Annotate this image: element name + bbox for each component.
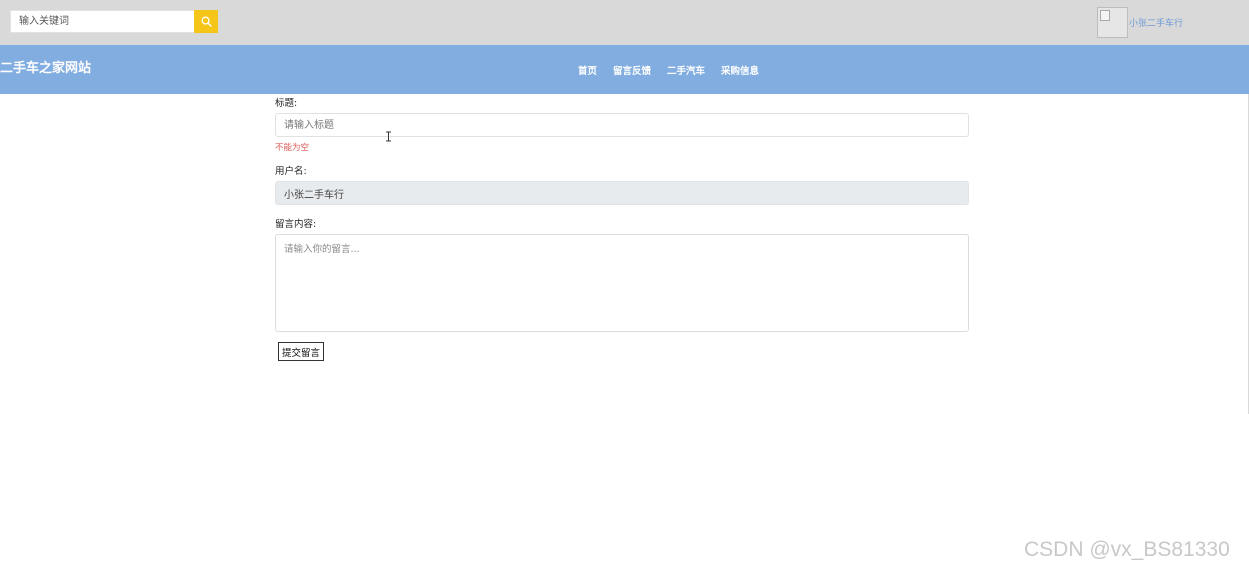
watermark: CSDN @vx_BS81330: [1024, 538, 1230, 561]
username-link[interactable]: 小张二手车行: [1129, 16, 1183, 29]
site-title: 二手车之家网站: [0, 61, 92, 76]
nav-menu: 首页 留言反馈 二手汽车 采购信息: [578, 63, 775, 77]
search-icon: [201, 16, 212, 27]
nav-item-purchase-info[interactable]: 采购信息: [721, 63, 759, 77]
nav-item-used-cars[interactable]: 二手汽车: [667, 63, 705, 77]
nav-item-home[interactable]: 首页: [578, 63, 597, 77]
text-cursor-icon: [386, 131, 391, 142]
nav-item-feedback[interactable]: 留言反馈: [613, 63, 651, 77]
user-menu[interactable]: 小张二手车行: [1097, 7, 1183, 38]
username-field[interactable]: [275, 181, 969, 205]
search-button[interactable]: [194, 10, 218, 33]
title-label: 标题:: [275, 98, 298, 109]
search-input[interactable]: [10, 10, 194, 33]
search-bar: [10, 10, 218, 33]
nav-bar: 二手车之家网站 首页 留言反馈 二手汽车 采购信息: [0, 45, 1249, 94]
username-label: 用户名:: [275, 166, 307, 177]
avatar[interactable]: [1097, 7, 1128, 38]
message-label: 留言内容:: [275, 219, 317, 230]
message-textarea[interactable]: [275, 234, 969, 332]
title-error-text: 不能为空: [275, 143, 310, 153]
submit-button[interactable]: 提交留言: [278, 342, 325, 361]
top-bar: 小张二手车行: [0, 0, 1249, 45]
title-input[interactable]: [275, 113, 969, 137]
